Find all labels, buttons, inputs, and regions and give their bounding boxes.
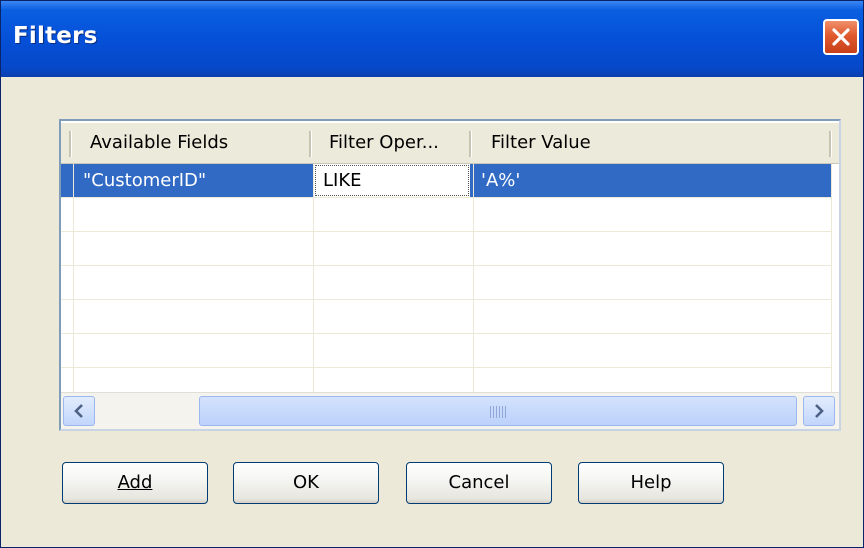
table-row[interactable]	[61, 266, 831, 300]
cell-value[interactable]: 'A%'	[481, 164, 821, 197]
filters-grid[interactable]: Available Fields Filter Oper... Filter V…	[59, 119, 841, 431]
help-button-label: Help	[630, 472, 672, 493]
add-button-label: Add	[117, 472, 153, 493]
horizontal-scrollbar[interactable]	[61, 392, 839, 429]
column-header-filter-value[interactable]: Filter Value	[491, 123, 821, 163]
column-header-available-fields[interactable]: Available Fields	[90, 123, 305, 163]
table-row[interactable]	[61, 198, 831, 232]
filters-dialog: Filters Available Fields Filter Oper... …	[0, 0, 864, 548]
chevron-right-icon	[815, 404, 824, 418]
close-button[interactable]	[823, 19, 859, 55]
cell-field[interactable]: "CustomerID"	[83, 164, 309, 197]
grid-line	[73, 164, 74, 392]
grid-line	[473, 164, 474, 392]
ok-button[interactable]: OK	[233, 462, 379, 504]
table-row[interactable]	[61, 334, 831, 368]
chevron-left-icon	[74, 404, 83, 418]
table-row[interactable]: "CustomerID" LIKE 'A%'	[61, 164, 831, 198]
table-row[interactable]	[61, 232, 831, 266]
scroll-left-button[interactable]	[63, 396, 95, 426]
close-icon	[832, 28, 850, 46]
scroll-right-button[interactable]	[803, 396, 835, 426]
add-button[interactable]: Add	[62, 462, 208, 504]
cancel-button-label: Cancel	[448, 472, 510, 493]
grid-body: "CustomerID" LIKE 'A%'	[61, 164, 839, 402]
grid-line	[831, 164, 832, 392]
ok-button-label: OK	[293, 472, 319, 493]
column-divider[interactable]	[829, 131, 832, 157]
column-divider[interactable]	[309, 131, 312, 157]
window-title: Filters	[13, 23, 98, 49]
scroll-thumb[interactable]	[199, 396, 797, 426]
column-divider[interactable]	[469, 131, 472, 157]
cell-operator[interactable]: LIKE	[314, 164, 470, 197]
column-divider[interactable]	[69, 131, 72, 157]
grid-header: Available Fields Filter Oper... Filter V…	[61, 123, 839, 164]
grid-line	[313, 164, 314, 392]
table-row[interactable]	[61, 300, 831, 334]
column-header-filter-operator[interactable]: Filter Oper...	[329, 123, 467, 163]
grip-icon	[490, 406, 508, 418]
title-bar[interactable]: Filters	[1, 1, 863, 77]
help-button[interactable]: Help	[578, 462, 724, 504]
cancel-button[interactable]: Cancel	[406, 462, 552, 504]
